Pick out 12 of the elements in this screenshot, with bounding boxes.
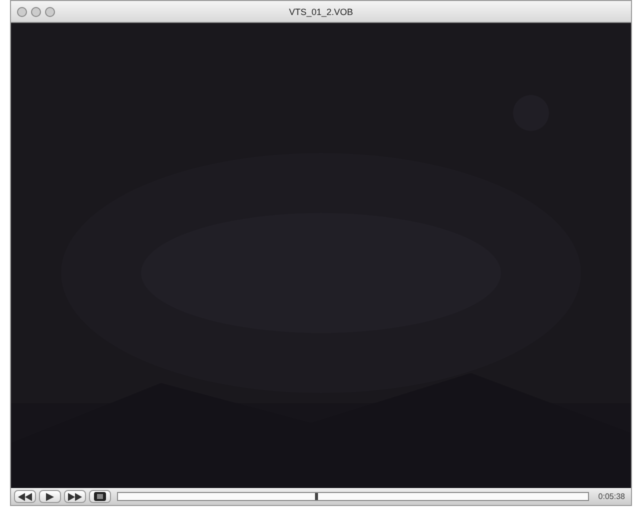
window-title: VTS_01_2.VOB [288,6,354,16]
fast-forward-button[interactable] [64,490,86,503]
rewind-button[interactable] [14,490,36,503]
fullscreen-button[interactable] [89,490,111,503]
time-display: 0:05:38 [597,492,626,501]
slider-thumb[interactable] [314,493,318,500]
fast-forward-icon [68,492,82,500]
play-button[interactable] [39,490,61,503]
screen-icon [94,492,106,501]
play-icon [46,492,54,500]
rewind-icon [18,492,32,500]
progress-slider[interactable] [117,492,590,501]
